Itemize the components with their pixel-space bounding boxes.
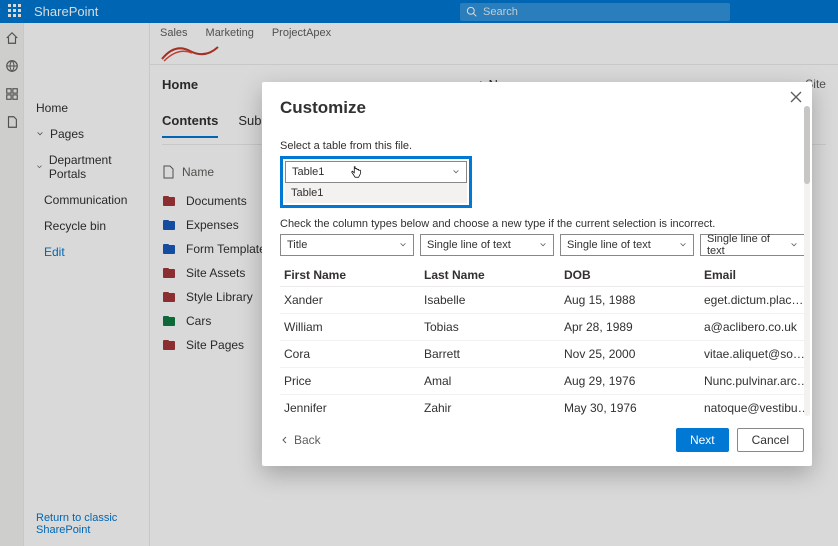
table-cell: Price — [280, 374, 420, 388]
column-type-select[interactable]: Title — [280, 234, 414, 256]
table-cell: Jennifer — [280, 401, 420, 415]
table-cell: Aug 15, 1988 — [560, 293, 700, 307]
table-row: CoraBarrettNov 25, 2000vitae.aliquet@soc… — [280, 341, 804, 368]
table-cell: Nunc.pulvinar.arcu@co — [700, 374, 804, 388]
column-type-label: Check the column types below and choose … — [280, 218, 804, 230]
table-select-value: Table1 — [292, 166, 324, 178]
column-type-select[interactable]: Single line of text — [420, 234, 554, 256]
cancel-button[interactable]: Cancel — [737, 428, 804, 452]
table-row: XanderIsabelleAug 15, 1988eget.dictum.pl… — [280, 287, 804, 314]
table-cell: Barrett — [420, 347, 560, 361]
table-row: PriceAmalAug 29, 1976Nunc.pulvinar.arcu@… — [280, 368, 804, 395]
table-row: JenniferZahirMay 30, 1976natoque@vestibu… — [280, 395, 804, 418]
table-cell: Zahir — [420, 401, 560, 415]
column-type-value: Single line of text — [707, 233, 790, 257]
dialog-title: Customize — [280, 98, 804, 118]
table-cell: William — [280, 320, 420, 334]
column-header[interactable]: Email — [700, 268, 804, 282]
customize-dialog: Customize Select a table from this file.… — [262, 82, 812, 466]
back-label: Back — [294, 433, 321, 447]
column-type-select[interactable]: Single line of text — [700, 234, 804, 256]
column-type-row: Title Single line of text Single line of t… — [280, 234, 804, 256]
column-type-value: Single line of text — [567, 239, 651, 251]
table-option-table1[interactable]: Table1 — [285, 183, 467, 203]
table-cell: Cora — [280, 347, 420, 361]
table-row: WilliamTobiasApr 28, 1989a@aclibero.co.u… — [280, 314, 804, 341]
column-header[interactable]: DOB — [560, 268, 700, 282]
table-cell: Amal — [420, 374, 560, 388]
table-cell: Aug 29, 1976 — [560, 374, 700, 388]
table-cell: Tobias — [420, 320, 560, 334]
table-cell: May 30, 1976 — [560, 401, 700, 415]
table-cell: Isabelle — [420, 293, 560, 307]
back-button[interactable]: Back — [280, 433, 321, 447]
next-button[interactable]: Next — [676, 428, 729, 452]
close-icon — [790, 91, 802, 103]
table-cell: Xander — [280, 293, 420, 307]
chevron-down-icon — [452, 168, 460, 176]
column-type-select[interactable]: Single line of text — [560, 234, 694, 256]
column-header[interactable]: First Name — [280, 268, 420, 282]
table-select[interactable]: Table1 — [285, 161, 467, 183]
column-type-value: Single line of text — [427, 239, 511, 251]
chevron-down-icon — [790, 241, 798, 249]
select-table-label: Select a table from this file. — [280, 140, 804, 152]
preview-table: First NameLast NameDOBEmail XanderIsabel… — [280, 264, 804, 418]
table-cell: a@aclibero.co.uk — [700, 320, 804, 334]
modal-scrollbar[interactable] — [804, 106, 810, 416]
chevron-down-icon — [399, 241, 407, 249]
chevron-left-icon — [280, 435, 290, 445]
chevron-down-icon — [539, 241, 547, 249]
table-cell: natoque@vestibulumlc — [700, 401, 804, 415]
chevron-down-icon — [679, 241, 687, 249]
table-cell: vitae.aliquet@sociisnat — [700, 347, 804, 361]
table-cell: Nov 25, 2000 — [560, 347, 700, 361]
table-select-highlight: Table1 Table1 — [280, 156, 472, 208]
table-header: First NameLast NameDOBEmail — [280, 264, 804, 287]
dialog-footer: Back Next Cancel — [280, 418, 804, 452]
column-header[interactable]: Last Name — [420, 268, 560, 282]
close-button[interactable] — [790, 90, 802, 106]
table-cell: Apr 28, 1989 — [560, 320, 700, 334]
table-cell: eget.dictum.placerat@c — [700, 293, 804, 307]
column-type-value: Title — [287, 239, 307, 251]
